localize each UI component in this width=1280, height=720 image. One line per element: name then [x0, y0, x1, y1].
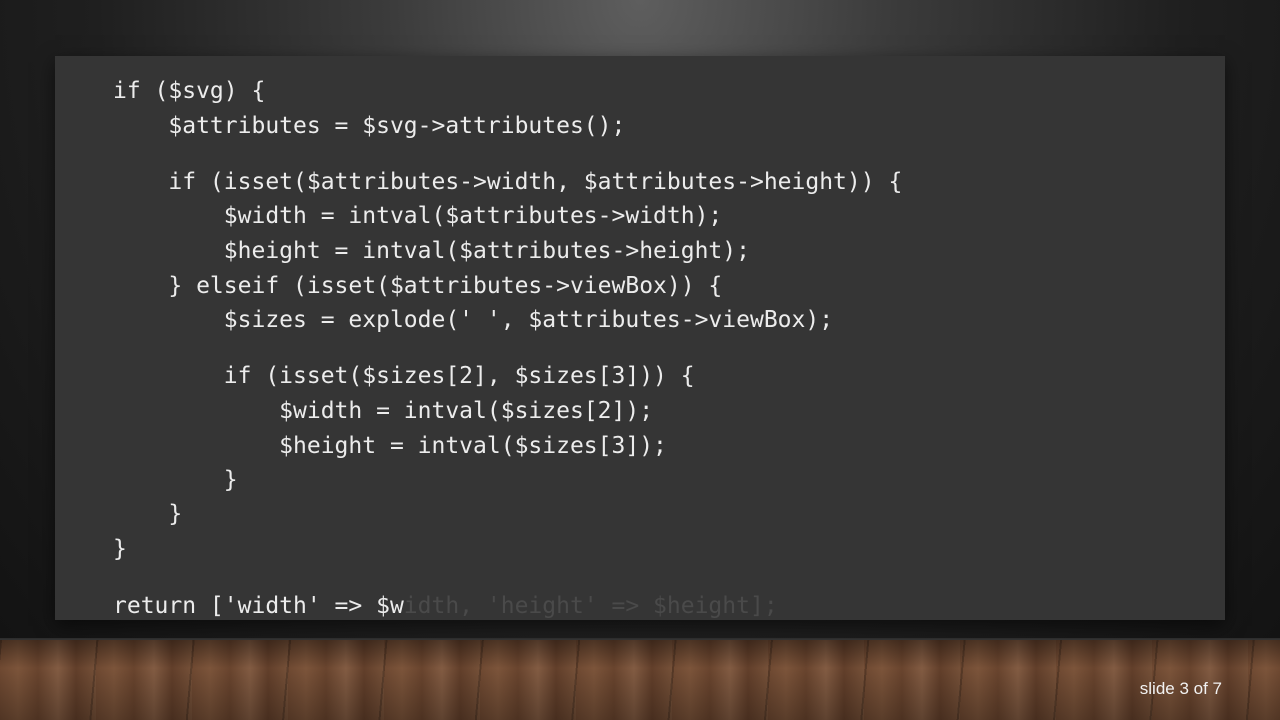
code-block: if ($svg) { $attributes = $svg->attribut…	[113, 56, 1213, 619]
slide-counter: slide 3 of 7	[1139, 679, 1222, 698]
code-line: $width = intval($sizes[2]);	[113, 398, 654, 424]
code-line: }	[113, 536, 127, 562]
wood-floor	[0, 640, 1280, 720]
return-line-faded: idth, 'height' => $height];	[403, 593, 778, 619]
return-line: return ['width' => $width, 'height' => $…	[113, 589, 778, 620]
code-line: }	[113, 467, 238, 493]
code-line: if (isset($attributes->width, $attribute…	[113, 169, 903, 195]
code-line: $height = intval($sizes[3]);	[113, 433, 667, 459]
return-line-visible: return ['width' => $w	[113, 593, 404, 619]
code-line: $width = intval($attributes->width);	[113, 203, 723, 229]
code-line: if (isset($sizes[2], $sizes[3])) {	[113, 363, 695, 389]
code-line: $sizes = explode(' ', $attributes->viewB…	[113, 307, 834, 333]
code-line: if ($svg) {	[113, 78, 266, 104]
code-line: }	[113, 501, 183, 527]
code-line: } elseif (isset($attributes->viewBox)) {	[113, 273, 723, 299]
slide-stage: if ($svg) { $attributes = $svg->attribut…	[0, 0, 1280, 720]
code-line: $height = intval($attributes->height);	[113, 238, 750, 264]
code-panel: if ($svg) { $attributes = $svg->attribut…	[55, 56, 1225, 620]
code-line: $attributes = $svg->attributes();	[113, 113, 626, 139]
